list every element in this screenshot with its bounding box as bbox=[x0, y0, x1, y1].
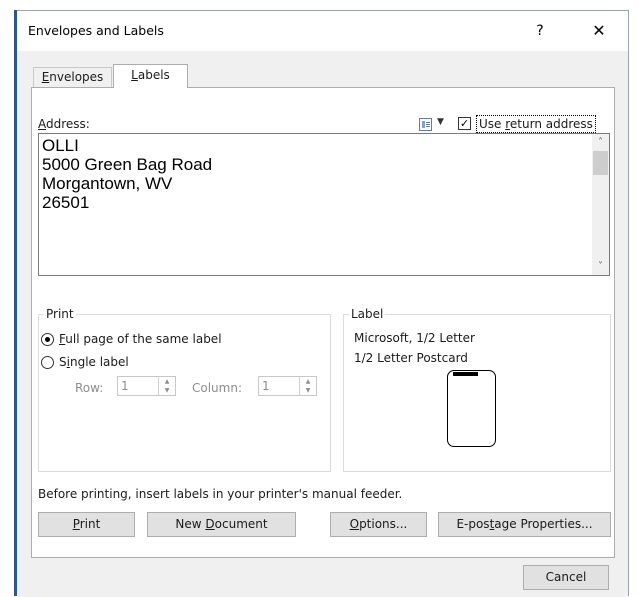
envelopes-and-labels-dialog: Envelopes and Labels ? ✕ Envelopes Label… bbox=[17, 10, 629, 597]
column-down-icon[interactable]: ▼ bbox=[300, 386, 316, 395]
print-mnemonic: P bbox=[72, 517, 80, 531]
title-bar: Envelopes and Labels ? ✕ bbox=[17, 11, 628, 51]
row-down-icon[interactable]: ▼ bbox=[159, 386, 175, 395]
epostage-properties-button[interactable]: E-postage Properties... bbox=[438, 512, 611, 537]
scroll-up-icon[interactable]: ˄ bbox=[592, 134, 609, 151]
address-label-mnemonic: A bbox=[38, 117, 46, 131]
use-return-address-text-pre: Use bbox=[479, 117, 506, 131]
close-button[interactable]: ✕ bbox=[584, 19, 614, 43]
tab-labels-label: abels bbox=[137, 68, 170, 82]
row-spinner[interactable]: 1 ▲ ▼ bbox=[117, 376, 176, 396]
single-label-radio[interactable] bbox=[41, 356, 54, 369]
label-vendor: Microsoft, 1/2 Letter bbox=[354, 331, 475, 345]
print-text: rint bbox=[79, 517, 101, 531]
tab-labels-mnemonic: L bbox=[131, 68, 138, 82]
window-title: Envelopes and Labels bbox=[28, 23, 164, 38]
help-button[interactable]: ? bbox=[525, 19, 555, 43]
cancel-button[interactable]: Cancel bbox=[523, 565, 609, 590]
label-product: 1/2 Letter Postcard bbox=[354, 351, 468, 365]
address-line-2: 5000 Green Bag Road bbox=[42, 155, 213, 174]
address-scrollbar[interactable]: ˄ ˅ bbox=[592, 134, 609, 275]
scroll-down-icon[interactable]: ˅ bbox=[592, 258, 609, 275]
address-line-4: 26501 bbox=[42, 193, 90, 212]
scroll-thumb[interactable] bbox=[593, 151, 608, 175]
address-label-text: ddress: bbox=[46, 117, 90, 131]
column-spinner[interactable]: 1 ▲ ▼ bbox=[258, 376, 317, 396]
row-up-icon[interactable]: ▲ bbox=[159, 377, 175, 386]
epostage-text-pre: E-pos bbox=[456, 517, 490, 531]
tab-envelopes[interactable]: Envelopes bbox=[33, 67, 112, 88]
full-page-radio[interactable] bbox=[41, 333, 54, 346]
options-text: ptions... bbox=[359, 517, 408, 531]
address-line-1: OLLI bbox=[42, 136, 79, 155]
tab-labels[interactable]: Labels bbox=[113, 64, 188, 88]
new-document-mnemonic: D bbox=[205, 517, 215, 531]
tab-envelopes-label: nvelopes bbox=[49, 70, 104, 84]
full-page-label[interactable]: Full page of the same label bbox=[59, 332, 222, 346]
label-group-title: Label bbox=[349, 307, 386, 321]
column-label: Column: bbox=[192, 381, 242, 395]
print-button[interactable]: Print bbox=[38, 512, 135, 537]
row-spin-buttons[interactable]: ▲ ▼ bbox=[158, 377, 175, 395]
single-label-text-post: ngle label bbox=[69, 355, 129, 369]
row-value: 1 bbox=[121, 379, 129, 393]
address-line-3: Morgantown, WV bbox=[42, 174, 173, 193]
column-up-icon[interactable]: ▲ bbox=[300, 377, 316, 386]
use-return-address-checkbox[interactable]: ✓ bbox=[458, 117, 471, 130]
new-document-text-pre: New bbox=[175, 517, 206, 531]
new-document-text-post: ocument bbox=[214, 517, 268, 531]
new-document-button[interactable]: New Document bbox=[147, 512, 296, 537]
address-book-dropdown-icon[interactable]: ▼ bbox=[437, 117, 444, 127]
use-return-address-text-post: eturn address bbox=[509, 117, 593, 131]
address-label: Address: bbox=[38, 117, 90, 131]
column-spin-buttons[interactable]: ▲ ▼ bbox=[299, 377, 316, 395]
address-book-icon[interactable] bbox=[419, 118, 432, 131]
print-group-title: Print bbox=[44, 307, 76, 321]
feeder-note: Before printing, insert labels in your p… bbox=[38, 487, 403, 501]
single-label-text-pre: S bbox=[59, 355, 67, 369]
options-button[interactable]: Options... bbox=[330, 512, 427, 537]
single-label-label[interactable]: Single label bbox=[59, 355, 129, 369]
row-label: Row: bbox=[75, 381, 104, 395]
address-textarea[interactable]: OLLI 5000 Green Bag Road Morgantown, WV … bbox=[38, 133, 610, 276]
epostage-text-post: age Properties... bbox=[494, 517, 593, 531]
column-value: 1 bbox=[262, 379, 270, 393]
use-return-address-label[interactable]: Use return address bbox=[476, 115, 596, 133]
full-page-text: ull page of the same label bbox=[65, 332, 222, 346]
options-mnemonic: O bbox=[349, 517, 360, 531]
label-preview-icon[interactable] bbox=[447, 370, 496, 447]
